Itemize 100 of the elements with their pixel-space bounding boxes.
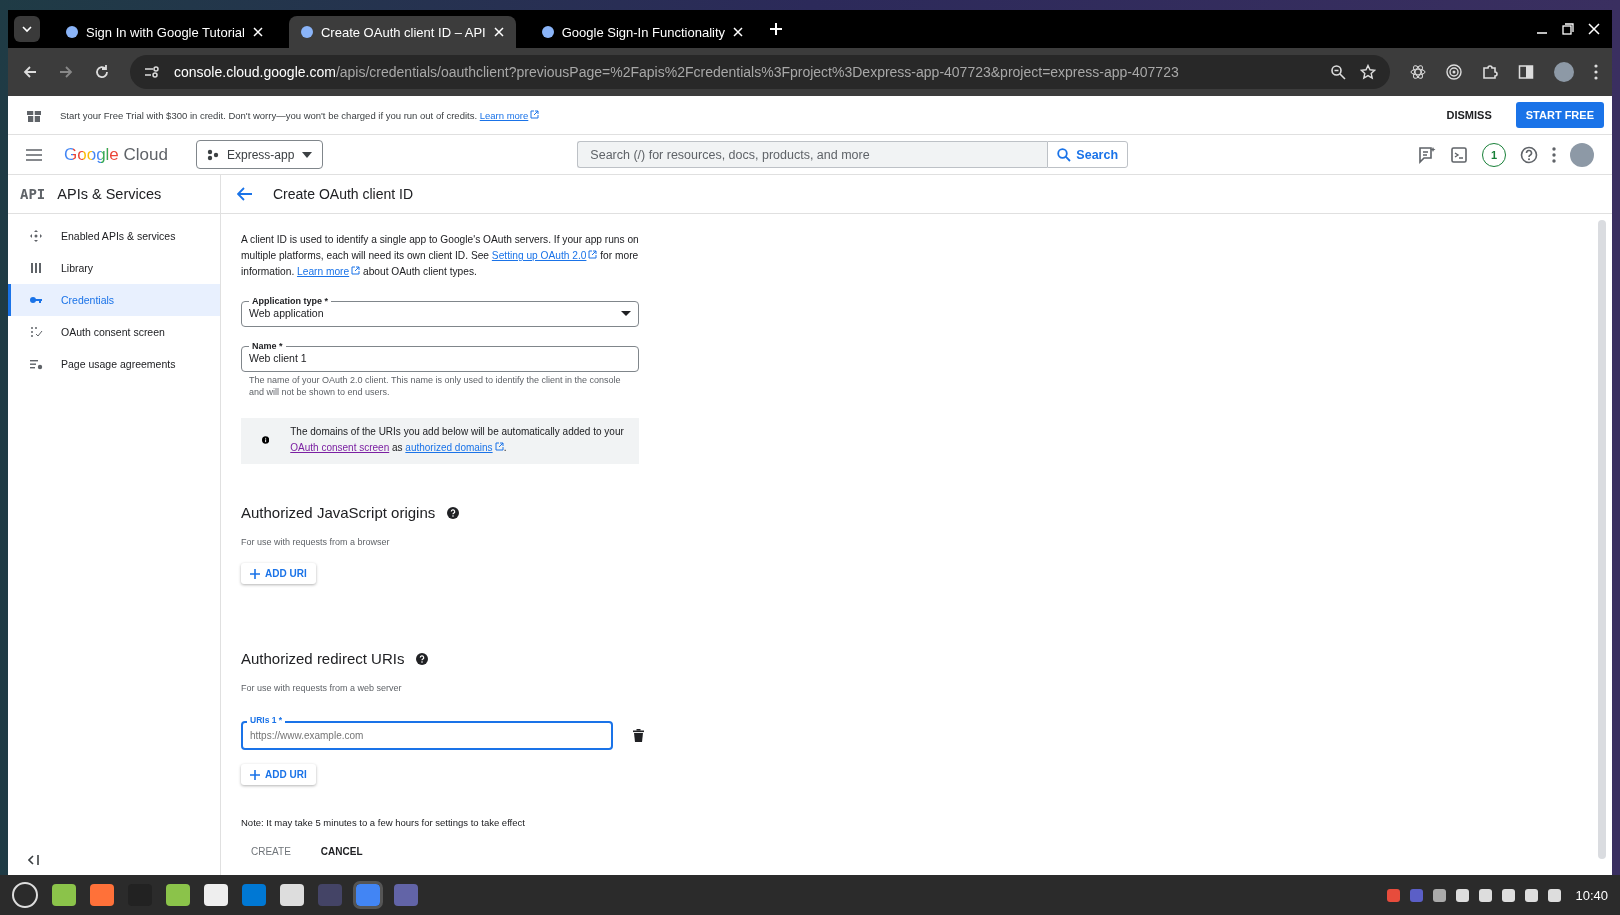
sidebar-item[interactable]: OAuth consent screen bbox=[8, 316, 220, 348]
site-settings-icon[interactable] bbox=[144, 65, 160, 79]
menu-icon[interactable] bbox=[26, 148, 42, 161]
target-icon[interactable] bbox=[1446, 64, 1462, 80]
profile-avatar[interactable] bbox=[1554, 62, 1574, 82]
add-uri-button[interactable]: ADD URI bbox=[241, 764, 316, 785]
external-link-icon bbox=[588, 250, 598, 259]
app-icon[interactable] bbox=[280, 884, 304, 906]
tray-icon[interactable] bbox=[1433, 888, 1447, 902]
favicon-icon bbox=[301, 26, 313, 38]
section-title: Authorized redirect URIs bbox=[241, 650, 405, 667]
reload-icon[interactable] bbox=[94, 64, 110, 80]
plus-icon bbox=[250, 568, 260, 579]
project-icon bbox=[206, 148, 219, 161]
new-tab-icon[interactable] bbox=[769, 22, 784, 36]
browser-tab[interactable]: Google Sign-In Functionality bbox=[529, 16, 756, 48]
account-avatar[interactable] bbox=[1570, 142, 1594, 167]
sidebar-item[interactable]: Library bbox=[8, 252, 220, 284]
browser-tab[interactable]: Create OAuth client ID – API bbox=[289, 16, 516, 48]
zoom-icon[interactable] bbox=[1330, 64, 1346, 80]
restore-icon[interactable] bbox=[1562, 23, 1574, 35]
application-type-select[interactable]: Application type * Web application bbox=[241, 296, 639, 327]
browser-tab[interactable]: Sign In with Google Tutorial bbox=[54, 16, 275, 48]
search-button[interactable]: Search bbox=[1047, 141, 1129, 168]
app-icon[interactable] bbox=[204, 884, 228, 906]
info-text: The domains of the URIs you add below will be automatically added to your OAuth consent screen as authorized domains . bbox=[290, 425, 625, 455]
sidebar-item[interactable]: Credentials bbox=[8, 284, 220, 316]
tab-title: Google Sign-In Functionality bbox=[561, 24, 726, 40]
tab-title: Create OAuth client ID – API bbox=[321, 24, 486, 40]
api-logo: API bbox=[20, 186, 46, 202]
close-icon[interactable] bbox=[1588, 23, 1600, 35]
section-subtitle: For use with requests from a web server bbox=[241, 683, 403, 693]
back-arrow-icon[interactable] bbox=[22, 64, 38, 80]
start-free-button[interactable]: START FREE bbox=[1515, 102, 1604, 128]
chevron-down-icon bbox=[21, 23, 33, 35]
app-icon[interactable] bbox=[166, 884, 190, 906]
name-field[interactable]: Name * Web client 1 bbox=[241, 341, 639, 372]
sidebar-item[interactable]: Page usage agreements bbox=[8, 348, 220, 380]
side-panel-icon[interactable] bbox=[1518, 64, 1534, 80]
project-picker[interactable]: Express-app bbox=[195, 140, 324, 169]
diamond-arrows-icon bbox=[29, 229, 43, 243]
close-icon[interactable] bbox=[253, 27, 263, 37]
external-link-icon bbox=[351, 266, 361, 275]
cancel-button[interactable]: CANCEL bbox=[310, 846, 373, 857]
star-icon[interactable] bbox=[1360, 64, 1376, 80]
dotted-check-icon bbox=[29, 325, 43, 339]
tab-list-button[interactable] bbox=[14, 16, 40, 42]
grid-icon bbox=[29, 261, 43, 275]
app-icon[interactable] bbox=[90, 884, 114, 906]
tray-icon[interactable] bbox=[1548, 888, 1562, 902]
page-title: Create OAuth client ID bbox=[273, 186, 414, 202]
help-link[interactable]: Learn more bbox=[297, 266, 361, 277]
trial-message: Start your Free Trial with $300 in credit. Don't worry—you won't be charged if you run out of credits. Learn more bbox=[60, 109, 540, 121]
tray-icon[interactable] bbox=[1502, 888, 1516, 902]
url-text: console.cloud.google.com/apis/credentials/oauthclient?previousPage=%2Fapis%2Fcredentials%3Fproject%3Dexpress-app-407723&project=express-app-407723 bbox=[174, 64, 1179, 80]
dropdown-caret-icon bbox=[621, 310, 631, 316]
close-icon[interactable] bbox=[733, 27, 744, 37]
external-link-icon bbox=[494, 442, 504, 451]
more-options-icon[interactable] bbox=[1552, 146, 1556, 163]
start-menu-icon[interactable] bbox=[12, 882, 38, 908]
note-text: Note: It may take 5 minutes to a few hours for settings to take effect bbox=[241, 817, 526, 828]
dismiss-button[interactable]: DISMISS bbox=[1440, 108, 1498, 122]
plus-icon bbox=[250, 769, 260, 780]
menu-icon[interactable] bbox=[1594, 64, 1598, 80]
help-icon[interactable] bbox=[1520, 145, 1538, 164]
favicon-icon bbox=[66, 26, 78, 38]
scrollbar[interactable] bbox=[1598, 220, 1606, 859]
favicon-icon bbox=[541, 26, 554, 38]
tray-icon[interactable] bbox=[1525, 888, 1539, 902]
section-subtitle: For use with requests from a browser bbox=[241, 537, 391, 547]
authorized-domains-link[interactable]: authorized domains bbox=[405, 442, 504, 453]
learn-more-link[interactable]: Learn more bbox=[479, 109, 540, 121]
field-label: URIs 1 * bbox=[247, 715, 286, 725]
clock[interactable]: 10:40 bbox=[1575, 887, 1608, 903]
list-settings-icon bbox=[29, 357, 43, 371]
feedback-icon[interactable] bbox=[1418, 145, 1436, 164]
search-field[interactable]: Search (/) for resources, docs, products, and more bbox=[577, 141, 1048, 168]
consent-screen-link[interactable]: OAuth consent screen bbox=[290, 442, 390, 453]
add-uri-button[interactable]: ADD URI bbox=[241, 563, 316, 584]
collapse-sidebar-icon[interactable] bbox=[28, 855, 40, 865]
close-icon[interactable] bbox=[493, 27, 504, 37]
help-icon[interactable] bbox=[416, 652, 429, 665]
trash-icon[interactable] bbox=[633, 729, 644, 742]
forward-arrow-icon[interactable] bbox=[58, 64, 74, 80]
tab-title: Sign In with Google Tutorial bbox=[86, 24, 245, 40]
app-icon[interactable] bbox=[52, 884, 76, 906]
address-bar[interactable]: console.cloud.google.com/apis/credentials/oauthclient?previousPage=%2Fapis%2Fcredentials%3Fproject%3Dexpress-app-407723&project=express-app-407723 bbox=[130, 55, 1390, 89]
dropdown-caret-icon bbox=[302, 151, 313, 158]
help-link[interactable]: Setting up OAuth 2.0 bbox=[491, 250, 598, 261]
tray-icon[interactable] bbox=[1479, 888, 1493, 902]
sidebar-title: APIs & Services bbox=[57, 186, 162, 202]
terminal-icon[interactable] bbox=[1450, 145, 1468, 164]
sidebar-item[interactable]: Enabled APIs & services bbox=[8, 220, 220, 252]
external-link-icon bbox=[530, 109, 540, 119]
back-arrow-icon[interactable] bbox=[237, 187, 253, 201]
tray-icon[interactable] bbox=[1456, 888, 1470, 902]
help-icon[interactable] bbox=[447, 506, 460, 519]
atom-icon[interactable] bbox=[1410, 64, 1426, 80]
puzzle-icon[interactable] bbox=[1482, 64, 1498, 80]
info-icon bbox=[262, 434, 270, 446]
